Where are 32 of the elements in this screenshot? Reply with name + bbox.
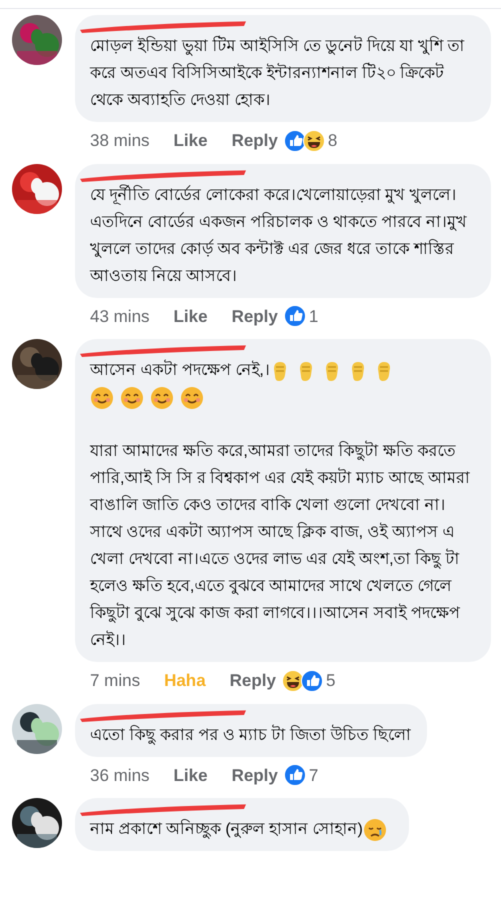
reaction-count: 8 [328,130,338,152]
smiley-icon [150,386,174,410]
comment-text: যারা আমাদের ক্ষতি করে,আমরা তাদের কিছুটা ক্ষতি করতে পারি,আই সি সি র বিশ্বকাপ এর যেই কয়টা ম্যাচ আছে আমরা বাঙালি জাতি কেও তাদের বাকি খেলা গুলো দেখবো না।সাথে ওদের একটা অ্যাপস আছে ক্লিক বাজ, ওই অ্যাপস এ খেলা দেখবো না।এতে ওদের লাভ এর যেই অংশ,তা কিছু টা হলেও ক্ষতি হবে,এতে বুঝবে আমাদের সাথে খেলতে গেলে কিছুটা বুঝে সুঝে কাজ করা লাগবে।।।আসেন সবাই পদক্ষেপ নেই।। [90,443,470,649]
reply-button[interactable]: Reply [232,128,278,154]
reaction-count: 1 [308,306,318,328]
comment-text: আসেন একটা পদক্ষেপ নেই,। [90,362,270,379]
like-reaction-icon [284,305,306,328]
like-reaction-icon [284,764,306,786]
reply-button[interactable]: Reply [230,668,276,694]
comment-text: যে দূর্নীতি বোর্ডের লোকেরা করে।খেলোয়াড়েরা মুখ খুললে।এতদিনে বোর্ডের একজন পরিচালক ও থাকতে পারবে না।মুখ খুললে তাদের কোর্ড় অব কন্টাক্ট এর জের ধরে তাকে শাস্তির আওতায় নিয়ে আসবে। [90,186,468,284]
comment-text: নাম প্রকাশে অনিচ্ছুক (নুরুল হাসান সোহান) [90,821,363,838]
smiley-icon [180,386,204,410]
like-reaction-icon [284,130,306,152]
comment-text: মোড়ল ইন্ডিয়া ভুয়া টিম আইসিসি তে ডুনেট দিয়ে যা খুশি তা করে অতএব বিসিসিআইকে ইন্টারন্যাশনাল টি২০ ক্রিকেট থেকে অব্যাহতি দেওয়া হোক। [90,38,464,109]
comment-time: 43 mins [90,306,150,328]
haha-reaction-icon [282,670,304,692]
reply-button[interactable]: Reply [232,762,278,788]
comment-time: 7 mins [90,670,140,692]
smiley-icon [120,386,144,410]
like-button[interactable]: Like [174,128,208,154]
like-reaction-icon [300,670,323,692]
comment-time: 38 mins [90,130,150,152]
like-button[interactable]: Like [174,304,208,329]
like-button[interactable]: Like [174,762,208,788]
reaction-count: 7 [308,764,318,786]
reply-button[interactable]: Reply [232,304,278,329]
reaction-count: 5 [326,670,336,692]
comment-text: এতো কিছু করার পর ও ম্যাচ টা জিতা উচিত ছিলো [90,726,412,744]
sad-face-icon [362,818,387,842]
smiley-icon [90,386,114,410]
haha-reaction-icon [302,130,325,152]
comment-time: 36 mins [90,764,150,786]
